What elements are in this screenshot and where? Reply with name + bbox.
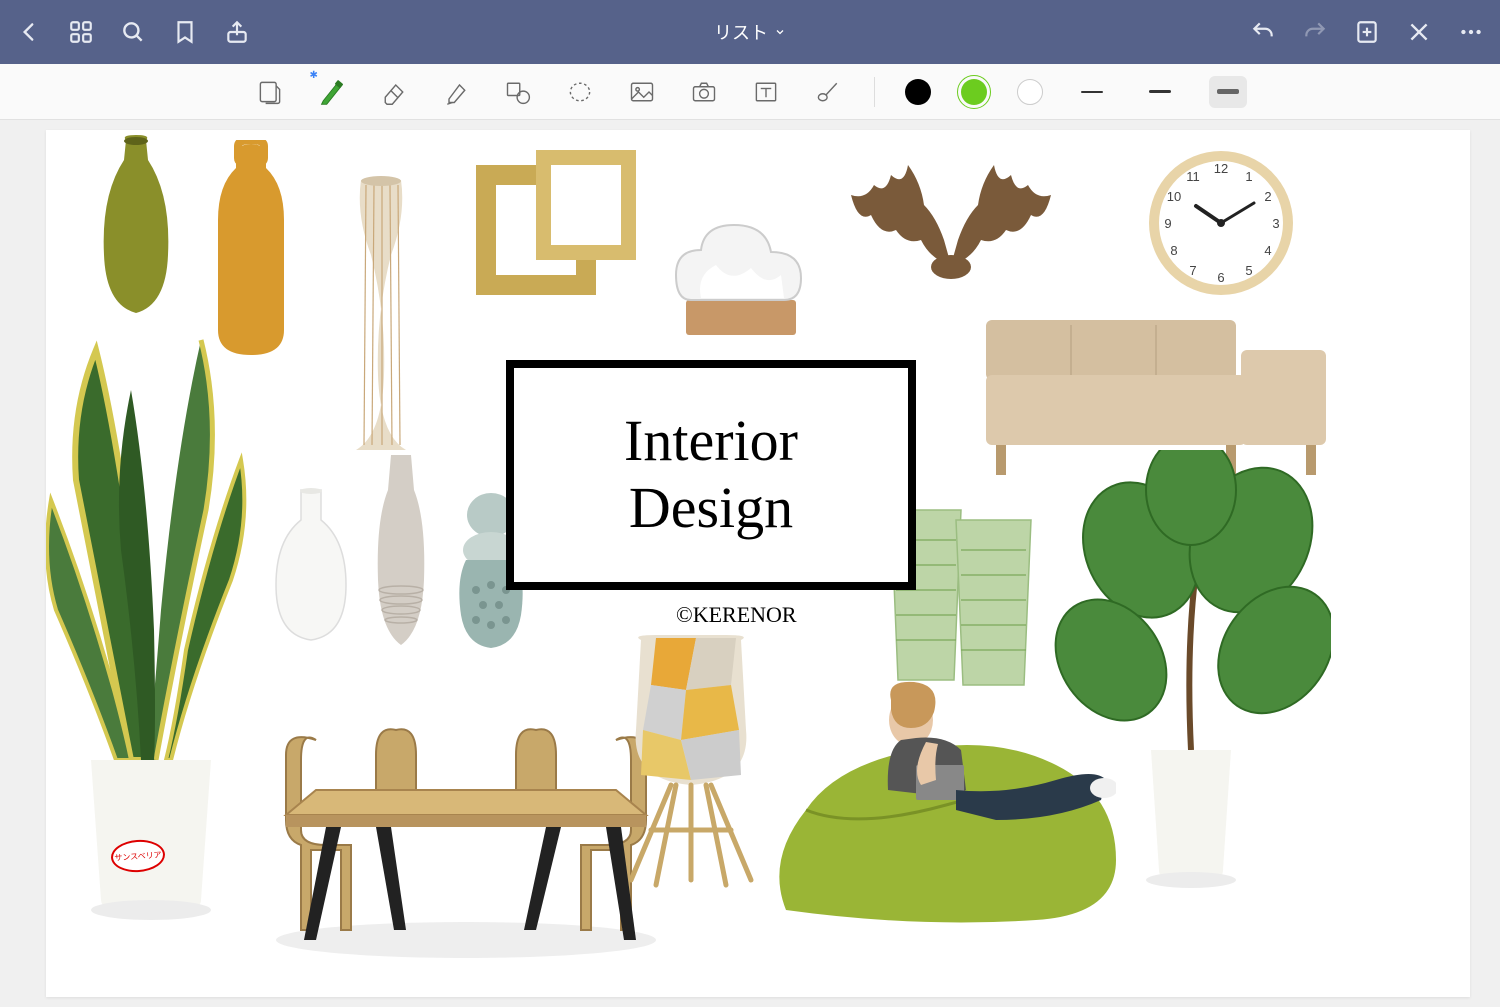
redo-icon[interactable]: [1302, 19, 1328, 45]
title-box[interactable]: Interior Design: [506, 360, 916, 590]
thickness-1[interactable]: [1073, 76, 1111, 108]
vase-olive[interactable]: [86, 135, 186, 315]
canvas-area: 121234567891011 サンスベリア: [0, 120, 1500, 1007]
svg-text:9: 9: [1164, 216, 1171, 231]
pointer-tool[interactable]: [812, 76, 844, 108]
toolbar: ✱: [0, 64, 1500, 120]
toolbar-divider: [874, 77, 875, 107]
bookmark-icon[interactable]: [172, 19, 198, 45]
document-title-dropdown[interactable]: リスト: [250, 19, 1250, 45]
title-line-2: Design: [629, 475, 793, 542]
svg-text:5: 5: [1245, 263, 1252, 278]
svg-text:2: 2: [1264, 189, 1271, 204]
bottle-mustard[interactable]: [206, 140, 296, 360]
back-icon[interactable]: [16, 19, 42, 45]
undo-icon[interactable]: [1250, 19, 1276, 45]
grid-icon[interactable]: [68, 19, 94, 45]
eames-chair[interactable]: [601, 630, 781, 890]
image-tool[interactable]: [626, 76, 658, 108]
svg-text:11: 11: [1186, 169, 1200, 184]
wall-clock[interactable]: 121234567891011: [1146, 148, 1296, 298]
document-title: リスト: [714, 19, 768, 45]
color-white[interactable]: [1017, 79, 1043, 105]
svg-text:6: 6: [1217, 270, 1224, 285]
svg-text:4: 4: [1264, 243, 1271, 258]
camera-tool[interactable]: [688, 76, 720, 108]
svg-text:3: 3: [1272, 216, 1279, 231]
highlighter-tool[interactable]: [440, 76, 472, 108]
titlebar: リスト: [0, 0, 1500, 64]
close-icon[interactable]: [1406, 19, 1432, 45]
title-line-1: Interior: [624, 408, 798, 475]
vase-grey-ribbed[interactable]: [366, 450, 436, 650]
new-page-icon[interactable]: [1354, 19, 1380, 45]
svg-text:1: 1: [1245, 169, 1252, 184]
antler-decor[interactable]: [836, 145, 1066, 285]
page-template-tool[interactable]: [254, 76, 286, 108]
svg-text:8: 8: [1170, 243, 1177, 258]
credit-text: ©KERENOR: [676, 602, 797, 628]
svg-text:7: 7: [1189, 263, 1196, 278]
pen-tool[interactable]: ✱: [316, 76, 348, 108]
text-tool[interactable]: [750, 76, 782, 108]
color-black[interactable]: [905, 79, 931, 105]
thickness-2[interactable]: [1141, 76, 1179, 108]
vase-white-bulb[interactable]: [266, 485, 356, 645]
thickness-3[interactable]: [1209, 76, 1247, 108]
eraser-tool[interactable]: [378, 76, 410, 108]
cloud-storm-glass[interactable]: [656, 180, 826, 340]
more-icon[interactable]: [1458, 19, 1484, 45]
person-on-beanbag: [856, 680, 1116, 870]
bluetooth-icon: ✱: [310, 70, 318, 81]
lasso-tool[interactable]: [564, 76, 596, 108]
vase-striped[interactable]: [336, 175, 426, 455]
canvas-page[interactable]: 121234567891011 サンスベリア: [46, 130, 1470, 997]
svg-text:10: 10: [1167, 189, 1181, 204]
snake-plant[interactable]: サンスベリア: [46, 330, 266, 920]
shape-tool[interactable]: [502, 76, 534, 108]
green-beanbag[interactable]: [766, 710, 1126, 930]
svg-text:12: 12: [1214, 161, 1228, 176]
picture-frames[interactable]: [466, 150, 646, 320]
chevron-down-icon: [774, 26, 786, 38]
color-green[interactable]: [961, 79, 987, 105]
search-icon[interactable]: [120, 19, 146, 45]
share-icon[interactable]: [224, 19, 250, 45]
